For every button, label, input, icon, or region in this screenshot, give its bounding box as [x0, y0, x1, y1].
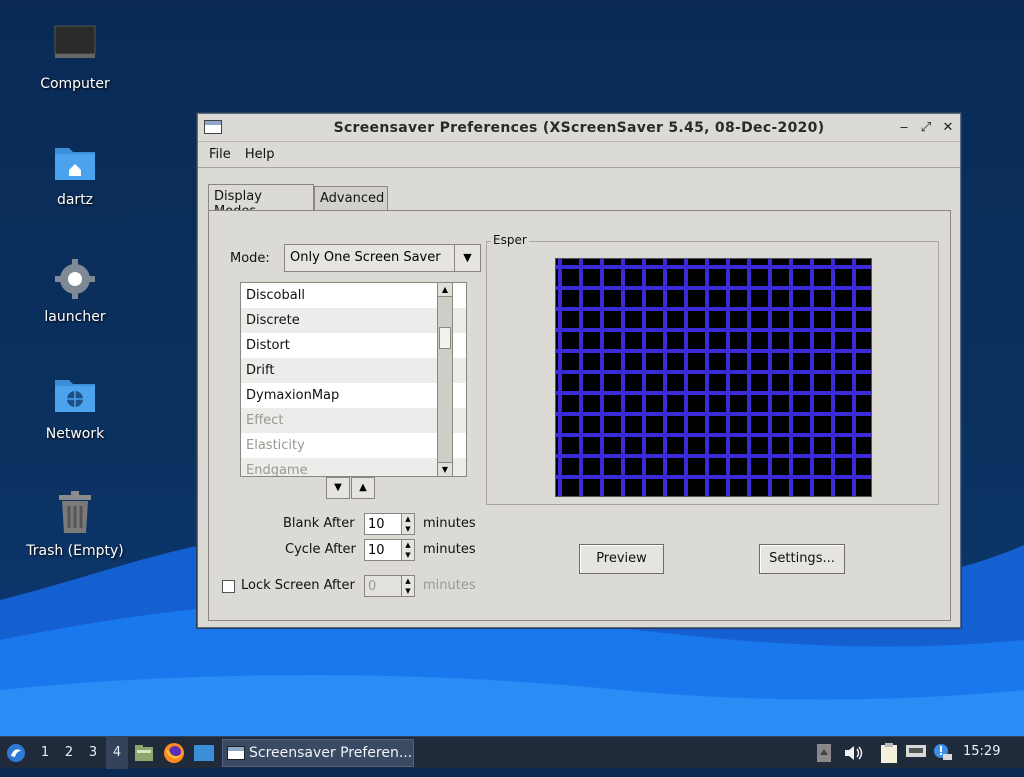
spinner-arrows-icon[interactable]: ▲ ▼	[401, 540, 414, 560]
file-manager-launcher[interactable]	[132, 737, 156, 769]
file-manager-icon	[135, 745, 153, 761]
workspace-3[interactable]: 3	[82, 737, 104, 769]
window-title: Screensaver Preferences (XScreenSaver 5.…	[333, 120, 825, 136]
cycle-after-unit: minutes	[423, 542, 476, 557]
menu-file[interactable]: File	[204, 142, 236, 167]
tab-advanced[interactable]: Advanced	[314, 186, 388, 210]
tab-display-modes[interactable]: Display Modes	[208, 184, 314, 219]
screensaver-list[interactable]: Discoball Discrete Distort Drift Dymaxio…	[240, 282, 467, 477]
cycle-after-label: Cycle After	[285, 542, 356, 557]
cycle-after-spinner[interactable]: 10 ▲ ▼	[364, 539, 415, 561]
gear-icon	[51, 255, 99, 303]
firefox-launcher[interactable]	[162, 737, 186, 769]
desktop-icon-network[interactable]: Network	[10, 372, 140, 442]
network-status-icon[interactable]	[905, 737, 927, 769]
desktop-icon-label: Trash (Empty)	[26, 543, 124, 559]
mode-select-value: Only One Screen Saver	[290, 250, 441, 265]
home-folder-icon	[51, 138, 99, 186]
screensaver-preview	[555, 258, 872, 497]
close-button[interactable]: ✕	[938, 118, 958, 138]
list-scrollbar[interactable]: ▲ ▼	[437, 282, 453, 477]
preview-button[interactable]: Preview	[579, 544, 664, 574]
lock-screen-checkbox[interactable]	[222, 580, 235, 593]
blank-after-unit: minutes	[423, 516, 476, 531]
volume-icon[interactable]	[842, 737, 864, 769]
lock-screen-value: 0	[368, 579, 377, 594]
taskbar: 1 2 3 4 Screensaver Preferen... 15:29	[0, 736, 1024, 769]
start-menu-icon	[7, 744, 25, 762]
taskbar-task-screensaver[interactable]: Screensaver Preferen...	[222, 739, 414, 767]
eject-icon[interactable]	[814, 737, 834, 769]
desktop-icon-label: Computer	[40, 76, 110, 92]
list-item[interactable]: DymaxionMap	[241, 383, 466, 408]
updates-notification-icon[interactable]	[932, 737, 954, 769]
maximize-button[interactable]: ⤢	[916, 118, 936, 138]
list-item[interactable]: Effect	[241, 408, 466, 433]
menubar: File Help	[198, 142, 960, 168]
chevron-down-icon: ▼	[454, 245, 480, 271]
lock-screen-label[interactable]: Lock Screen After	[241, 578, 355, 593]
display-modes-panel: Mode: Only One Screen Saver ▼ Discoball …	[208, 210, 951, 621]
spinner-arrows-icon[interactable]: ▲ ▼	[401, 514, 414, 534]
menu-help[interactable]: Help	[240, 142, 280, 167]
mode-label: Mode:	[230, 251, 270, 266]
desktop-icon-label: dartz	[56, 192, 94, 208]
workspace-4[interactable]: 4	[106, 737, 128, 769]
desktop-icon-computer[interactable]: Computer	[10, 22, 140, 92]
settings-button[interactable]: Settings...	[759, 544, 845, 574]
desktop-icon-trash[interactable]: Trash (Empty)	[10, 489, 140, 559]
firefox-icon	[164, 743, 184, 763]
preview-group: Esper	[486, 233, 939, 505]
cycle-after-value: 10	[368, 543, 385, 558]
blank-after-label: Blank After	[283, 516, 355, 531]
workspace-1[interactable]: 1	[34, 737, 56, 769]
minimize-button[interactable]: ‒	[894, 118, 914, 138]
desktop-icon-dartz[interactable]: dartz	[10, 138, 140, 208]
scroll-down-arrow-icon[interactable]: ▼	[438, 462, 452, 476]
start-menu-button[interactable]	[2, 737, 30, 769]
desktop-icon-label: launcher	[44, 309, 106, 325]
show-desktop-button[interactable]	[192, 737, 216, 769]
window-titlebar[interactable]: Screensaver Preferences (XScreenSaver 5.…	[198, 114, 960, 142]
trash-icon	[51, 489, 99, 537]
list-item[interactable]: Elasticity	[241, 433, 466, 458]
window-app-icon	[227, 746, 245, 760]
esper-grid-preview	[556, 259, 871, 496]
preview-group-title: Esper	[491, 233, 529, 247]
list-item[interactable]: Discoball	[241, 283, 466, 308]
spinner-arrows-icon: ▲ ▼	[401, 576, 414, 596]
lock-screen-unit: minutes	[423, 578, 476, 593]
list-item[interactable]: Distort	[241, 333, 466, 358]
desktop-icon	[194, 745, 214, 761]
scrollbar-thumb[interactable]	[439, 327, 451, 349]
lock-screen-spinner: 0 ▲ ▼	[364, 575, 415, 597]
scroll-up-arrow-icon[interactable]: ▲	[438, 283, 452, 297]
list-item[interactable]: Endgame	[241, 458, 466, 476]
desktop: Computer dartz launcher Network Trash (E…	[0, 0, 1024, 736]
monitor-icon	[51, 22, 99, 70]
desktop-icon-launcher[interactable]: launcher	[10, 255, 140, 325]
task-title: Screensaver Preferen...	[249, 745, 413, 761]
previous-saver-button[interactable]: ▲	[351, 477, 375, 499]
taskbar-clock[interactable]: 15:29	[963, 744, 1000, 759]
list-item[interactable]: Drift	[241, 358, 466, 383]
screensaver-preferences-window: Screensaver Preferences (XScreenSaver 5.…	[197, 113, 961, 628]
network-folder-icon	[51, 372, 99, 420]
next-saver-button[interactable]: ▼	[326, 477, 350, 499]
list-item[interactable]: Discrete	[241, 308, 466, 333]
blank-after-value: 10	[368, 517, 385, 532]
workspace-2[interactable]: 2	[58, 737, 80, 769]
desktop-icon-label: Network	[45, 426, 105, 442]
clipboard-icon[interactable]	[878, 737, 900, 769]
blank-after-spinner[interactable]: 10 ▲ ▼	[364, 513, 415, 535]
mode-select[interactable]: Only One Screen Saver ▼	[284, 244, 481, 272]
